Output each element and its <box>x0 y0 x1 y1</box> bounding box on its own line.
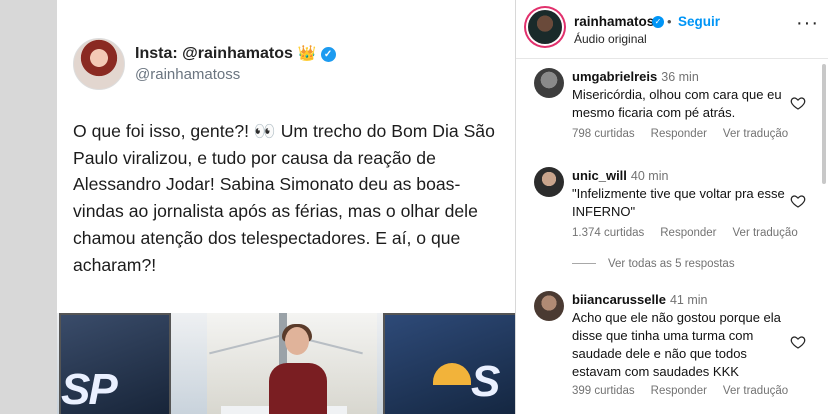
heart-icon[interactable] <box>790 334 806 350</box>
separator-dot: • <box>667 14 672 29</box>
tv-screen-left: SP <box>59 313 171 414</box>
view-replies-label: Ver todas as 5 respostas <box>608 258 735 270</box>
reply-button[interactable]: Responder <box>651 128 707 140</box>
avatar[interactable] <box>534 291 564 321</box>
tv-logo-left: SP <box>61 365 118 414</box>
comment-meta: 1.374 curtidas Responder Ver tradução <box>572 227 814 239</box>
left-backdrop: Insta: @rainhamatos 👑 ✓ @rainhamatoss O qu… <box>0 0 516 414</box>
scrollbar[interactable] <box>822 64 826 184</box>
tweet-body: O que foi isso, gente?! 👀 Um trecho do B… <box>73 121 495 275</box>
tweet-author-name: Insta: @rainhamatos <box>135 45 293 62</box>
comment-time: 36 min <box>661 70 699 84</box>
follow-button[interactable]: Seguir <box>678 14 720 29</box>
comment-likes[interactable]: 798 curtidas <box>572 128 635 140</box>
post-username[interactable]: rainhamatos <box>574 14 654 29</box>
avatar[interactable] <box>534 167 564 197</box>
more-icon[interactable]: ··· <box>796 12 819 35</box>
tweet-header: Insta: @rainhamatos 👑 ✓ @rainhamatoss <box>73 36 493 92</box>
replies-divider <box>572 263 596 265</box>
tv-screenshot: SP S <box>57 313 515 414</box>
comment-time: 41 min <box>669 293 708 307</box>
sun-logo <box>433 363 471 385</box>
post-header: rainhamatos ✓ • Seguir Áudio original ··… <box>516 0 828 59</box>
heart-icon[interactable] <box>790 193 806 209</box>
translate-link[interactable]: Ver tradução <box>723 385 788 397</box>
tweet-handle: @rainhamatoss <box>135 66 241 83</box>
reply-button[interactable]: Responder <box>660 227 716 239</box>
anchor-body <box>269 363 327 414</box>
crown-icon: 👑 <box>297 45 317 62</box>
news-anchor <box>269 324 327 414</box>
avatar[interactable] <box>534 68 564 98</box>
tweet-text: O que foi isso, gente?! 👀 Um trecho do B… <box>73 118 503 278</box>
comment-text: Misericórdia, olhou com cara que eu mesm… <box>572 87 782 120</box>
comment-text: Acho que ele não gostou porque ela disse… <box>572 310 781 379</box>
heart-icon[interactable] <box>790 95 806 111</box>
comment-likes[interactable]: 1.374 curtidas <box>572 227 644 239</box>
avatar[interactable] <box>528 10 562 44</box>
comment-text: "Infelizmente tive que voltar pra esse I… <box>572 186 785 219</box>
view-replies-button[interactable]: Ver todas as 5 respostas <box>572 258 735 270</box>
tv-screen-right: S <box>383 313 515 414</box>
translate-link[interactable]: Ver tradução <box>733 227 798 239</box>
tweet-card: Insta: @rainhamatos 👑 ✓ @rainhamatoss O qu… <box>57 0 515 414</box>
translate-link[interactable]: Ver tradução <box>723 128 788 140</box>
comments-panel: rainhamatos ✓ • Seguir Áudio original ··… <box>516 0 828 414</box>
tweet-author: Insta: @rainhamatos 👑 ✓ <box>135 44 336 63</box>
comment-username[interactable]: biiancarusselle <box>572 292 666 307</box>
reply-button[interactable]: Responder <box>651 385 707 397</box>
comment-time: 40 min <box>630 169 669 183</box>
comment-meta: 798 curtidas Responder Ver tradução <box>572 128 804 140</box>
comment-header: umgabrielreis 36 min <box>572 68 699 86</box>
anchor-head <box>285 327 309 355</box>
tweet-avatar <box>73 38 125 90</box>
verified-icon: ✓ <box>652 16 664 28</box>
comment-username[interactable]: umgabrielreis <box>572 69 657 84</box>
comment-username[interactable]: unic_will <box>572 168 627 183</box>
audio-link[interactable]: Áudio original <box>574 32 647 46</box>
comment-likes[interactable]: 399 curtidas <box>572 385 635 397</box>
comment-header: unic_will 40 min <box>572 167 668 185</box>
comment-header: biiancarusselle 41 min <box>572 291 707 309</box>
tv-logo-right: S <box>471 357 501 406</box>
comment-meta: 399 curtidas Responder Ver tradução <box>572 385 804 397</box>
verified-icon: ✓ <box>320 47 336 62</box>
